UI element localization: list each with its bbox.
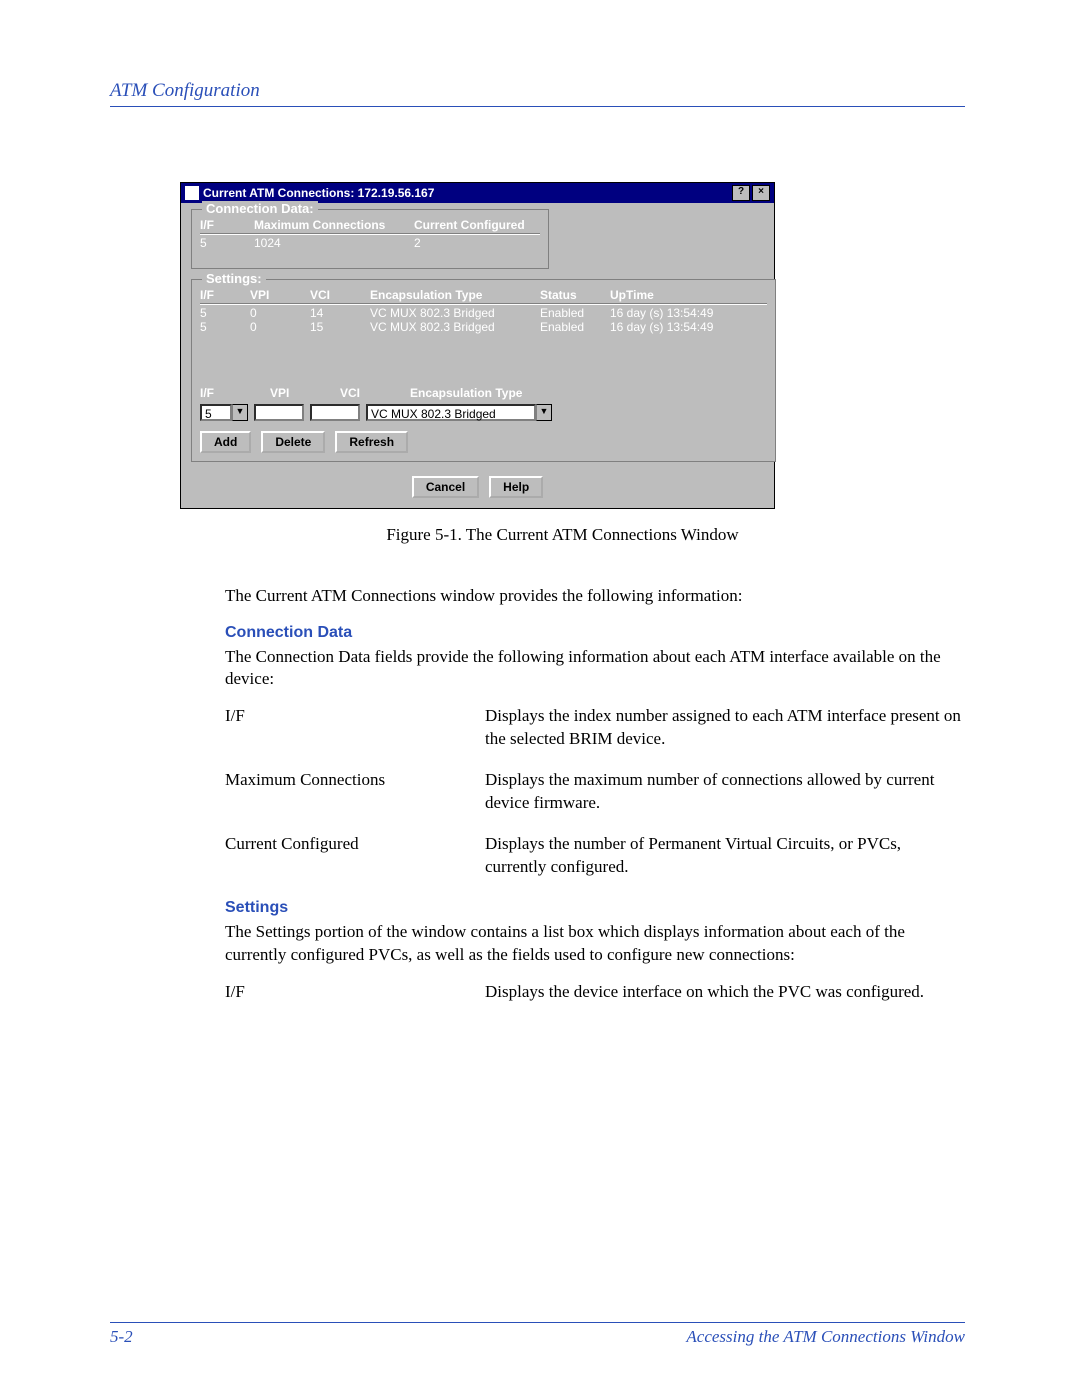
add-button[interactable]: Add: [200, 431, 251, 453]
term: I/F: [225, 705, 485, 751]
label-vpi: VPI: [270, 386, 340, 400]
cell: Enabled: [540, 320, 610, 334]
term: Current Configured: [225, 833, 485, 879]
definition-row: I/F Displays the index number assigned t…: [225, 705, 965, 751]
figure-caption: Figure 5-1. The Current ATM Connections …: [110, 525, 965, 545]
cell: 15: [310, 320, 370, 334]
chevron-down-icon[interactable]: ▼: [232, 404, 248, 421]
settings-group: Settings: I/F VPI VCI Encapsulation Type…: [191, 279, 776, 462]
page-number: 5-2: [110, 1327, 133, 1347]
subheading-connection-data: Connection Data: [225, 622, 965, 644]
cancel-button[interactable]: Cancel: [412, 476, 479, 498]
table-row[interactable]: 5 0 15 VC MUX 802.3 Bridged Enabled 16 d…: [200, 320, 767, 334]
col-cur: Current Configured: [414, 218, 534, 232]
cell: Enabled: [540, 306, 610, 320]
col-max: Maximum Connections: [254, 218, 414, 232]
table-row: 5 1024 2: [200, 236, 540, 250]
cell: VC MUX 802.3 Bridged: [370, 306, 540, 320]
title-bar: Current ATM Connections: 172.19.56.167 ?…: [181, 183, 774, 203]
connection-data-group: Connection Data: I/F Maximum Connections…: [191, 209, 549, 269]
cell: 5: [200, 306, 250, 320]
vpi-input[interactable]: [254, 404, 304, 421]
col-vpi: VPI: [250, 288, 310, 302]
if-select[interactable]: 5 ▼: [200, 404, 248, 421]
cell-cur: 2: [414, 236, 534, 250]
table-row[interactable]: 5 0 14 VC MUX 802.3 Bridged Enabled 16 d…: [200, 306, 767, 320]
section-header: ATM Configuration: [110, 80, 965, 107]
enc-value: VC MUX 802.3 Bridged: [366, 404, 536, 421]
label-vci: VCI: [340, 386, 410, 400]
definition: Displays the device interface on which t…: [485, 981, 965, 1004]
help-button[interactable]: Help: [489, 476, 543, 498]
cell: 16 day (s) 13:54:49: [610, 320, 760, 334]
cell: 16 day (s) 13:54:49: [610, 306, 760, 320]
col-uptime: UpTime: [610, 288, 760, 302]
col-vci: VCI: [310, 288, 370, 302]
vci-input[interactable]: [310, 404, 360, 421]
definition-row: Maximum Connections Displays the maximum…: [225, 769, 965, 815]
cell: VC MUX 802.3 Bridged: [370, 320, 540, 334]
label-if: I/F: [200, 386, 270, 400]
chevron-down-icon[interactable]: ▼: [536, 404, 552, 421]
col-if: I/F: [200, 218, 254, 232]
settings-desc: The Settings portion of the window conta…: [225, 921, 965, 967]
label-enc: Encapsulation Type: [410, 386, 570, 400]
col-if: I/F: [200, 288, 250, 302]
refresh-button[interactable]: Refresh: [335, 431, 408, 453]
encapsulation-select[interactable]: VC MUX 802.3 Bridged ▼: [366, 404, 552, 421]
group-legend: Connection Data:: [202, 201, 318, 216]
cell-if: 5: [200, 236, 254, 250]
term: Maximum Connections: [225, 769, 485, 815]
close-icon[interactable]: ×: [752, 185, 770, 201]
app-icon: [185, 186, 199, 200]
term: I/F: [225, 981, 485, 1004]
subheading-settings: Settings: [225, 897, 965, 919]
group-legend: Settings:: [202, 271, 266, 286]
footer-title: Accessing the ATM Connections Window: [686, 1327, 965, 1347]
if-value: 5: [200, 404, 232, 421]
definition: Displays the maximum number of connectio…: [485, 769, 965, 815]
window-title: Current ATM Connections: 172.19.56.167: [203, 186, 434, 200]
conn-desc: The Connection Data fields provide the f…: [225, 646, 965, 692]
col-status: Status: [540, 288, 610, 302]
cell-max: 1024: [254, 236, 414, 250]
cell: 0: [250, 306, 310, 320]
delete-button[interactable]: Delete: [261, 431, 325, 453]
cell: 14: [310, 306, 370, 320]
cell: 0: [250, 320, 310, 334]
definition: Displays the number of Permanent Virtual…: [485, 833, 965, 879]
cell: 5: [200, 320, 250, 334]
page-footer: 5-2 Accessing the ATM Connections Window: [110, 1322, 965, 1347]
app-window: Current ATM Connections: 172.19.56.167 ?…: [180, 182, 775, 509]
definition-row: I/F Displays the device interface on whi…: [225, 981, 965, 1004]
definition: Displays the index number assigned to ea…: [485, 705, 965, 751]
intro-text: The Current ATM Connections window provi…: [225, 585, 965, 608]
definition-row: Current Configured Displays the number o…: [225, 833, 965, 879]
help-icon[interactable]: ?: [732, 185, 750, 201]
col-enc: Encapsulation Type: [370, 288, 540, 302]
